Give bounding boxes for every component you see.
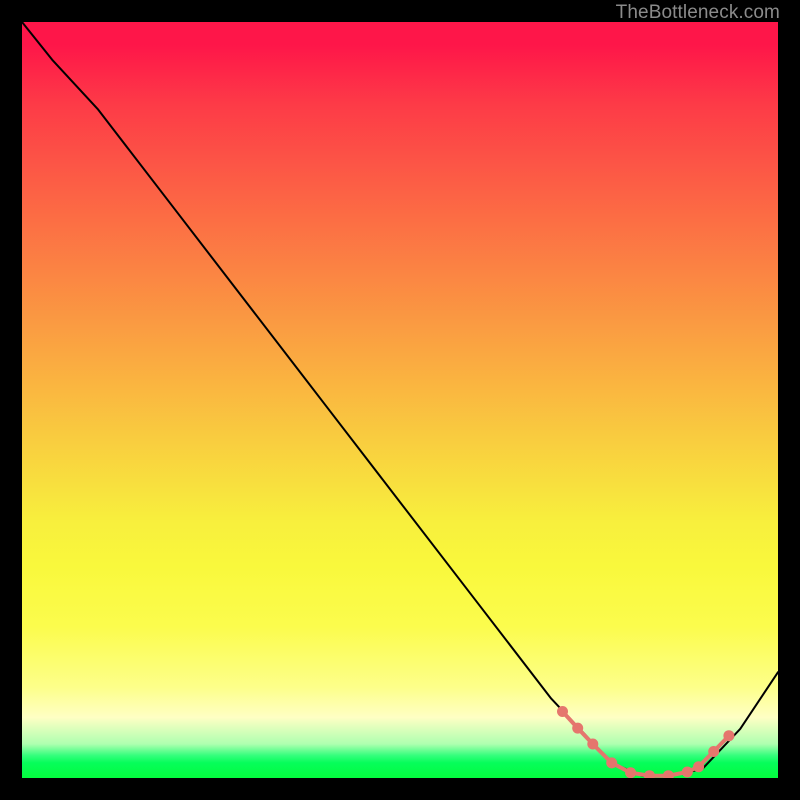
marker-dots-group: [557, 706, 734, 778]
marker-dot: [682, 767, 693, 778]
marker-dot: [663, 770, 674, 778]
watermark-text: TheBottleneck.com: [616, 2, 780, 24]
marker-dot: [693, 761, 704, 772]
marker-dot: [587, 739, 598, 750]
chart-svg: [22, 22, 778, 778]
marker-dot: [606, 757, 617, 768]
chart-frame: TheBottleneck.com: [0, 0, 800, 800]
marker-dot: [708, 746, 719, 757]
marker-dot: [644, 770, 655, 778]
marker-dot: [625, 767, 636, 778]
marker-dot: [723, 730, 734, 741]
main-curve: [22, 22, 778, 776]
marker-dot: [572, 723, 583, 734]
marker-dot: [557, 706, 568, 717]
